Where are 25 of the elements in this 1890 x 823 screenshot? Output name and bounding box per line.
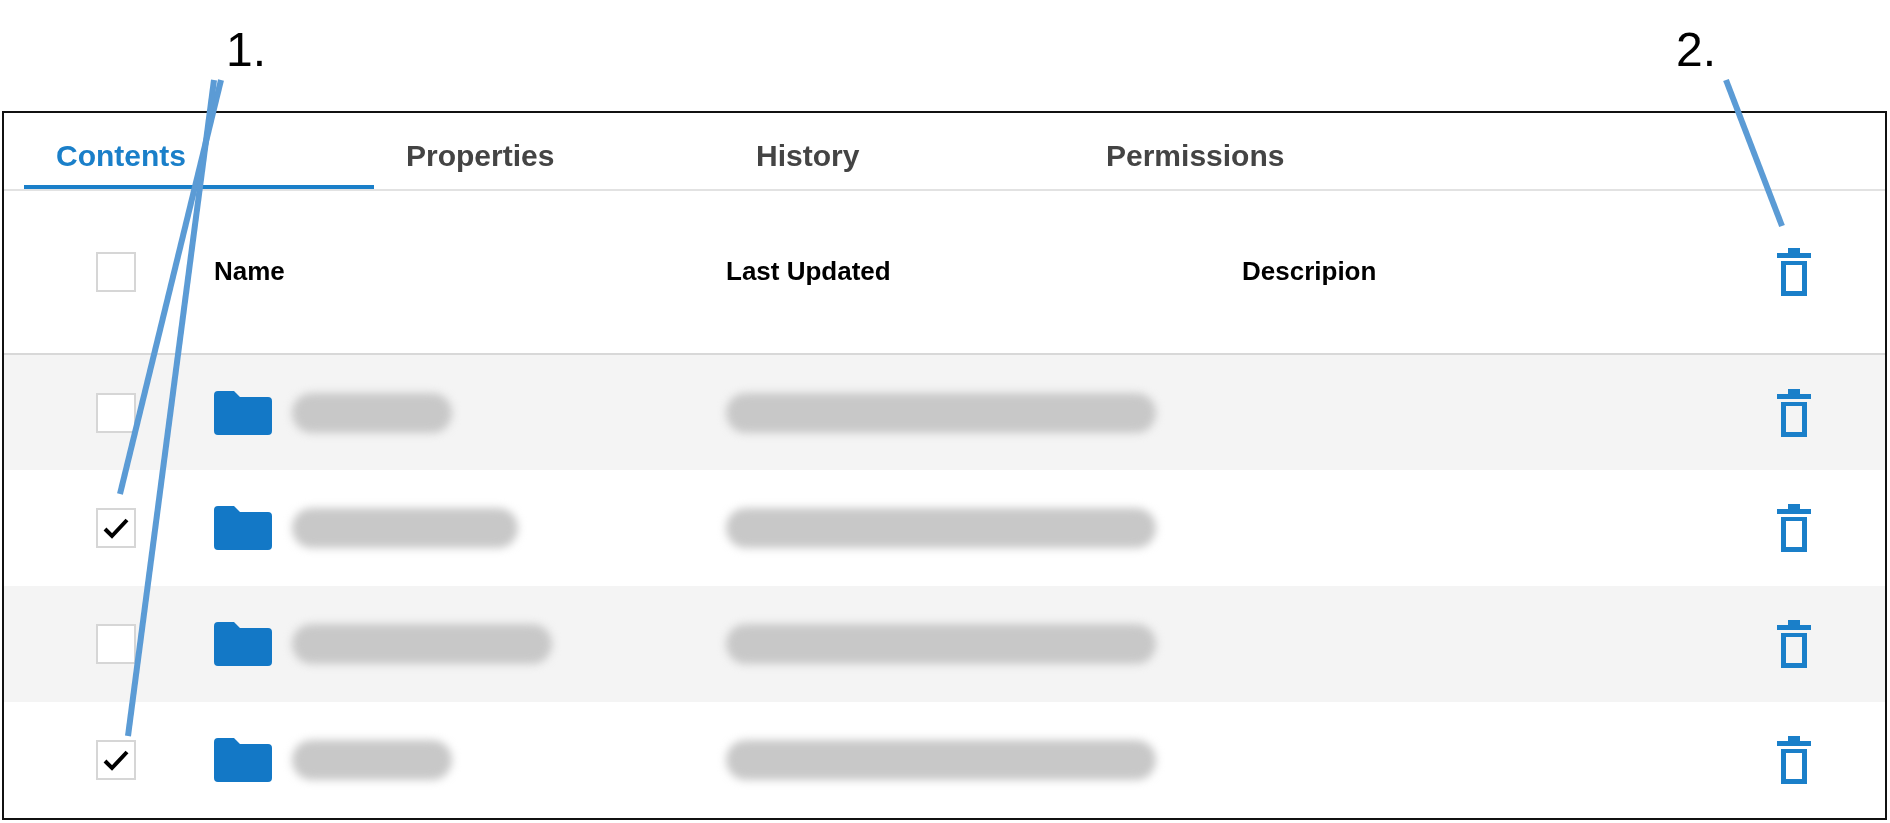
column-header: Descripion [1242,256,1377,287]
checkbox[interactable] [96,508,136,549]
trash-icon[interactable] [1775,245,1813,298]
check-icon [102,516,130,541]
trash-icon[interactable] [1775,502,1813,555]
checkbox[interactable] [96,392,136,433]
folder-icon [214,738,272,783]
folder-icon [214,390,272,435]
tab[interactable]: History [724,126,1074,189]
trash-icon[interactable] [1775,618,1813,671]
tab[interactable]: Permissions [1074,126,1424,189]
tab[interactable]: Properties [374,126,724,189]
column-header: Name [214,256,285,287]
checkbox[interactable] [96,251,136,292]
column-header: Last Updated [726,256,891,287]
folder-icon [214,506,272,551]
callout-number: 1. [226,26,267,74]
folder-icon [214,622,272,667]
trash-icon[interactable] [1775,386,1813,439]
check-icon [102,748,130,773]
callout-number: 2. [1676,26,1717,74]
tab[interactable]: Contents [24,126,374,189]
checkbox[interactable] [96,624,136,665]
trash-icon[interactable] [1775,734,1813,787]
checkbox[interactable] [96,740,136,781]
